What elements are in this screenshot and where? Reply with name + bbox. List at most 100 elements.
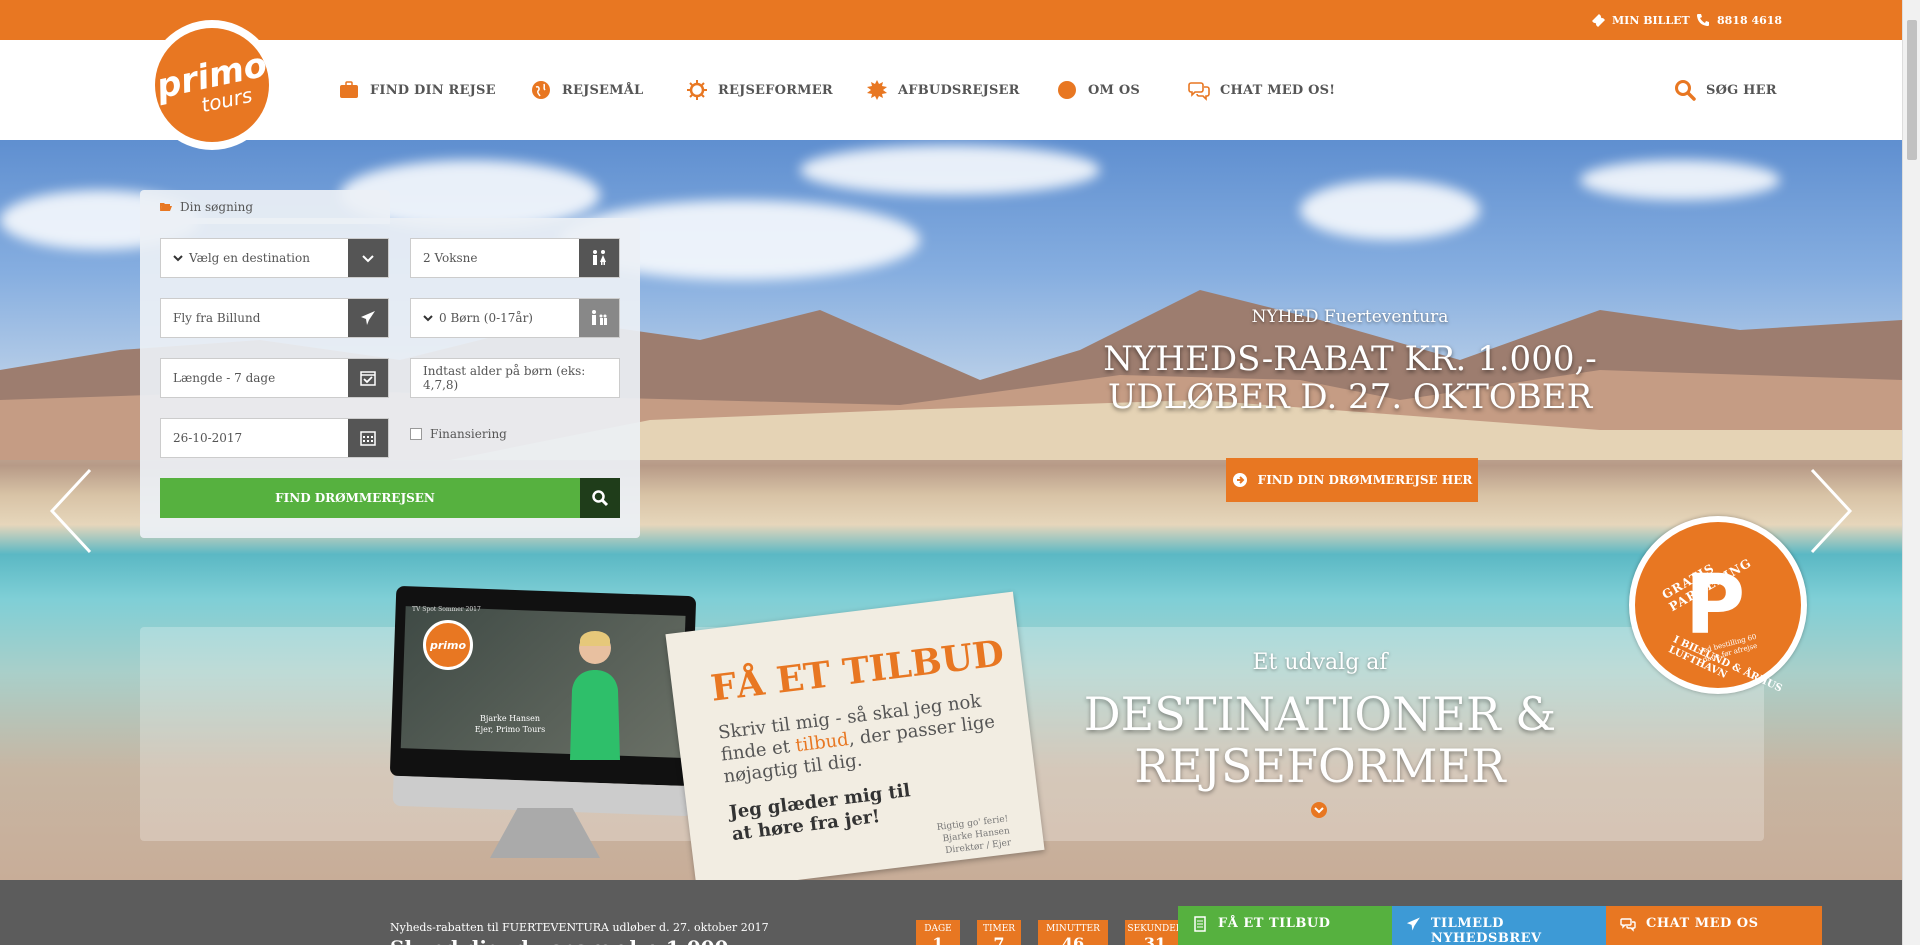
child-ages-placeholder: Indtast alder på børn (eks: 4,7,8) <box>423 364 586 392</box>
video-presenter-role: Ejer, Primo Tours <box>474 725 546 734</box>
hero-title: NYHEDS-RABAT KR. 1.000,- UDLØBER D. 27. … <box>1100 340 1600 416</box>
destination-select[interactable]: Vælg en destination <box>160 238 389 278</box>
video-monitor[interactable] <box>389 585 697 787</box>
destinations-title-line2: REJSEFORMER <box>1134 739 1506 793</box>
financing-checkbox-row[interactable]: Finansiering <box>410 427 507 441</box>
page-scrollbar[interactable] <box>1902 0 1920 945</box>
children-select[interactable]: 0 Børn (0-17år) <box>410 298 620 338</box>
carousel-next-arrow-icon[interactable] <box>1806 466 1856 556</box>
search-link[interactable]: SØG HER <box>1674 40 1777 140</box>
nav-afbudsrejser[interactable]: AFBUDSREJSER <box>866 40 1020 140</box>
countdown-value: 7 <box>993 934 1005 945</box>
countdown-days: DAGE 1 <box>916 920 960 945</box>
hero-subtitle: NYHED Fuerteventura <box>1251 307 1449 327</box>
countdown-hours: TIMER 7 <box>977 920 1021 945</box>
financing-label: Finansiering <box>430 427 507 441</box>
logo[interactable]: primo tours <box>147 20 277 150</box>
destinations-title-line1: DESTINATIONER & <box>1083 687 1557 741</box>
calendar-check-icon <box>360 371 376 386</box>
date-field[interactable]: 26-10-2017 <box>160 418 389 458</box>
date-value: 26-10-2017 <box>173 431 243 445</box>
financing-checkbox[interactable] <box>410 428 422 440</box>
search-link-label: SØG HER <box>1706 82 1777 98</box>
burst-icon <box>867 80 887 100</box>
children-value: 0 Børn (0-17år) <box>439 311 533 325</box>
chat-icon <box>1620 918 1636 932</box>
nav-rejseformer[interactable]: REJSEFORMER <box>686 40 833 140</box>
phone-number: 8818 4618 <box>1717 13 1783 27</box>
newsletter-label: TILMELD NYHEDSBREV <box>1430 916 1542 945</box>
hero-cta-button[interactable]: FIND DIN DRØMMEREJSE HER <box>1226 458 1478 502</box>
nav-chat-med-os[interactable]: CHAT MED OS! <box>1188 40 1335 140</box>
get-offer-button[interactable]: FÅ ET TILBUD <box>1178 906 1392 945</box>
offer-expiry-text: Nyheds-rabatten til FUERTEVENTURA udløbe… <box>390 921 769 934</box>
find-trip-button[interactable]: FIND DRØMMEREJSEN <box>160 478 620 518</box>
suitcase-icon <box>340 81 358 98</box>
video-presenter: Bjarke Hansen Ejer, Primo Tours <box>470 713 550 735</box>
chat-button[interactable]: CHAT MED OS <box>1606 906 1822 945</box>
globe-icon <box>532 81 550 99</box>
countdown-seconds: SEKUNDER 31 <box>1125 920 1185 945</box>
countdown-label: MINUTTER <box>1046 924 1100 934</box>
search-icon <box>1675 80 1696 101</box>
countdown-value: 1 <box>932 934 944 945</box>
destinations-title: DESTINATIONER & REJSEFORMER <box>1030 688 1610 792</box>
length-field[interactable]: Længde - 7 dage <box>160 358 389 398</box>
adults-select[interactable]: 2 Voksne <box>410 238 620 278</box>
countdown-label: TIMER <box>982 924 1016 934</box>
countdown-label: SEKUNDER <box>1127 924 1183 934</box>
search-icon <box>592 490 609 507</box>
departure-button[interactable] <box>348 299 388 337</box>
nav-om-os[interactable]: OM OS <box>1056 40 1140 140</box>
destination-dropdown-button[interactable] <box>348 239 388 277</box>
my-ticket-label: MIN BILLET <box>1612 13 1690 27</box>
paper-plane-icon <box>1406 917 1420 931</box>
adults-value: 2 Voksne <box>423 251 478 265</box>
adults-icon <box>593 250 606 265</box>
logo-badge: primo tours <box>153 28 271 142</box>
nav-label: AFBUDSREJSER <box>898 82 1020 98</box>
nav-rejsemal[interactable]: REJSEMÅL <box>530 40 643 140</box>
scroll-down-button[interactable] <box>1311 802 1327 818</box>
newsletter-button[interactable]: TILMELD NYHEDSBREV <box>1392 906 1606 945</box>
top-bar: MIN BILLET 8818 4618 <box>0 0 1902 40</box>
get-offer-label: FÅ ET TILBUD <box>1218 916 1331 931</box>
child-ages-input[interactable]: Indtast alder på børn (eks: 4,7,8) <box>410 358 620 398</box>
children-button[interactable] <box>579 299 619 337</box>
hero-cta-label: FIND DIN DRØMMEREJSE HER <box>1257 473 1473 487</box>
calendar-icon <box>360 431 376 446</box>
departure-airport-field[interactable]: Fly fra Billund <box>160 298 389 338</box>
destinations-subtitle: Et udvalg af <box>1252 650 1388 675</box>
nav-label: REJSEFORMER <box>718 82 833 98</box>
countdown-label: DAGE <box>924 924 952 934</box>
carousel-prev-arrow-icon[interactable] <box>46 466 96 556</box>
countdown-minutes: MINUTTER 46 <box>1038 920 1108 945</box>
my-ticket-link[interactable]: MIN BILLET <box>1590 12 1690 28</box>
video-logo: primo <box>423 620 473 670</box>
free-parking-badge: GRATIS PARKERING P Ved bestilling 60 dag… <box>1629 516 1807 694</box>
ticket-icon <box>1592 14 1605 27</box>
adults-button[interactable] <box>579 239 619 277</box>
length-button[interactable] <box>348 359 388 397</box>
search-submit-icon-button[interactable] <box>580 478 620 518</box>
length-value: Længde - 7 dage <box>173 371 276 385</box>
chevron-down-icon <box>362 255 374 263</box>
chevron-down-icon <box>173 255 183 262</box>
document-icon <box>1194 916 1206 932</box>
nav-find-din-rejse[interactable]: FIND DIN REJSE <box>338 40 496 140</box>
plane-icon <box>361 311 375 325</box>
scrollbar-thumb[interactable] <box>1907 20 1917 160</box>
offer-headline: Skynd dig, du sparer kr. 1.000 <box>390 936 728 945</box>
chevron-down-icon <box>1314 807 1324 814</box>
hero-title-line1: NYHEDS-RABAT KR. 1.000,- <box>1103 339 1597 379</box>
phone-link[interactable]: 8818 4618 <box>1695 12 1782 28</box>
departure-value: Fly fra Billund <box>173 311 261 325</box>
search-tab-label: Din søgning <box>180 200 254 214</box>
video-title: TV Spot Sommer 2017 <box>412 606 481 613</box>
hero-title-line2: UDLØBER D. 27. OKTOBER <box>1107 377 1593 417</box>
nav-label: REJSEMÅL <box>562 82 644 98</box>
date-picker-button[interactable] <box>348 419 388 457</box>
children-icon <box>592 310 607 325</box>
chat-icon <box>1188 82 1210 101</box>
sun-icon <box>687 80 707 100</box>
